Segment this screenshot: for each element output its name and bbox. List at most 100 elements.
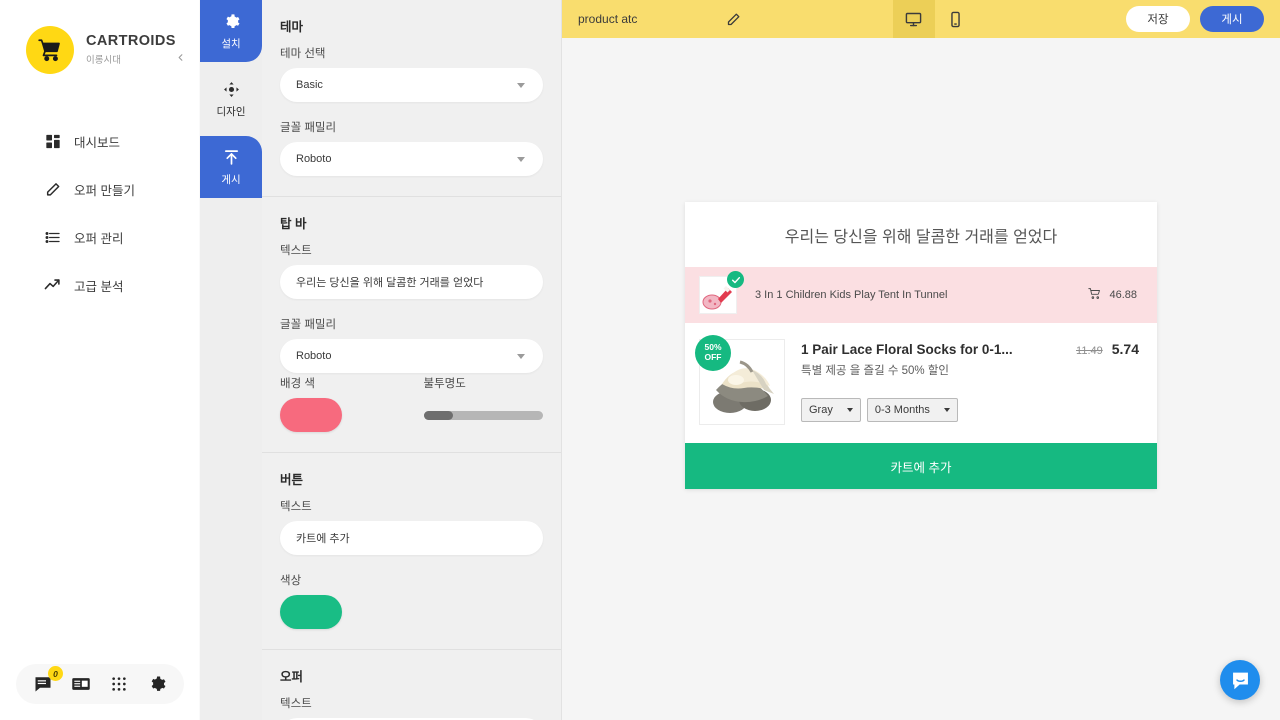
save-button[interactable]: 저장: [1126, 6, 1190, 32]
check-icon: [727, 271, 744, 288]
cart-item-price-group: 46.88: [1088, 287, 1137, 303]
offer-headline: 우리는 당신을 위해 달콤한 거래를 얻었다: [685, 202, 1157, 267]
section-button: 버튼 텍스트 색상: [262, 453, 561, 650]
intercom-chat-icon[interactable]: [1220, 660, 1260, 700]
section-title: 테마: [280, 20, 304, 34]
sidebar-item-label: 대시보드: [74, 135, 121, 150]
field-label: 텍스트: [280, 698, 312, 710]
top-bar-opacity-field: 불투명도: [423, 375, 543, 432]
pencil-icon: [44, 181, 61, 198]
opacity-slider[interactable]: [423, 398, 543, 432]
device-toggle-group: [892, 0, 977, 38]
settings-panel: 테마 테마 선택 Basic 글꼴 패밀리 Roboto 탑 바 텍스트 글꼴 …: [262, 0, 562, 720]
field-label: 색상: [280, 575, 302, 587]
offer-product-info: 1 Pair Lace Floral Socks for 0-1... 11.4…: [801, 339, 1143, 425]
offer-thumbnail-wrap: 50% OFF: [695, 335, 785, 425]
top-bar-text-input[interactable]: [280, 265, 543, 299]
offer-color-select[interactable]: Gray: [801, 398, 861, 422]
top-bar-color-opacity-row: 배경 색 불투명도: [280, 375, 543, 432]
sidebar-nav: 대시보드 오퍼 만들기 오퍼 관리 고급 분석: [0, 126, 199, 300]
shopping-cart-icon: [26, 26, 74, 74]
select-value: Roboto: [296, 153, 332, 165]
sidebar-item-label: 고급 분석: [74, 279, 124, 294]
publish-button[interactable]: 게시: [1200, 6, 1264, 32]
chevron-down-icon: [943, 408, 950, 412]
gear-icon: [223, 11, 240, 31]
tab-label: 게시: [221, 174, 241, 186]
cart-icon: [1088, 287, 1101, 303]
chat-icon[interactable]: 0: [30, 666, 63, 697]
news-icon[interactable]: [68, 671, 94, 697]
chevron-down-icon: [517, 82, 525, 88]
select-value: Gray: [809, 404, 833, 416]
sidebar-item-manage-offers[interactable]: 오퍼 관리: [0, 222, 199, 252]
field-label: 텍스트: [280, 245, 312, 257]
sidebar-item-create-offer[interactable]: 오퍼 만들기: [0, 174, 199, 204]
slider-fill: [423, 410, 454, 420]
slider-track[interactable]: [423, 410, 543, 420]
cart-item-title: 3 In 1 Children Kids Play Tent In Tunnel: [755, 289, 948, 301]
cart-item-row: 3 In 1 Children Kids Play Tent In Tunnel…: [685, 267, 1157, 323]
section-title: 오퍼: [280, 670, 304, 684]
button-color-swatch[interactable]: [280, 595, 342, 629]
field-label: 불투명도: [423, 378, 466, 390]
brand-block: CARTROIDS 이롱시대: [0, 0, 199, 74]
chevron-down-icon: [517, 156, 525, 162]
section-title: 버튼: [280, 473, 304, 487]
tab-design[interactable]: 디자인: [200, 68, 262, 130]
brand-subtitle: 이롱시대: [86, 55, 121, 67]
top-bar-font-family-select[interactable]: Roboto: [280, 339, 543, 373]
chevron-left-icon[interactable]: [171, 48, 189, 66]
app-root: CARTROIDS 이롱시대 대시보드 오퍼 만들기 오퍼 관리 고급 분석 0…: [0, 0, 1280, 720]
sidebar-item-label: 오퍼 관리: [74, 231, 124, 246]
topbar-actions: 저장 게시: [1126, 6, 1264, 32]
editor-tab-rail: 설치 디자인 게시: [200, 0, 262, 720]
offer-price-discounted: 5.74: [1111, 341, 1139, 357]
select-value: 0-3 Months: [874, 404, 930, 416]
desktop-icon[interactable]: [892, 0, 935, 38]
offer-preview-card: 우리는 당신을 위해 달콤한 거래를 얻었다 3 In 1 Children K…: [685, 202, 1157, 489]
pencil-icon[interactable]: [723, 9, 743, 29]
cart-item-price: 46.88: [1109, 289, 1137, 301]
offer-title-line: 1 Pair Lace Floral Socks for 0-1... 11.4…: [801, 341, 1143, 357]
tab-label: 디자인: [216, 106, 246, 118]
discount-badge: 50% OFF: [695, 335, 731, 371]
tab-install[interactable]: 설치: [200, 0, 262, 62]
field-label: 테마 선택: [280, 48, 326, 60]
top-bar-bg-color-field: 배경 색: [280, 375, 400, 432]
field-label: 배경 색: [280, 378, 315, 390]
dashboard-icon: [44, 133, 61, 150]
offer-size-select[interactable]: 0-3 Months: [866, 398, 958, 422]
sidebar-item-advanced-analytics[interactable]: 고급 분석: [0, 270, 199, 300]
offer-product-row: 50% OFF 1 Pair Lace Floral Socks for 0-1…: [685, 323, 1157, 443]
theme-font-family-select[interactable]: Roboto: [280, 142, 543, 176]
theme-select[interactable]: Basic: [280, 68, 543, 102]
editor-topbar: product atc 저장 게시: [562, 0, 1280, 38]
offer-product-title: 1 Pair Lace Floral Socks for 0-1...: [801, 342, 1013, 357]
chevron-down-icon: [517, 353, 525, 359]
field-label: 글꼴 패밀리: [280, 319, 337, 331]
offer-price-group: 11.49 5.74: [1076, 341, 1143, 357]
sidebar-item-dashboard[interactable]: 대시보드: [0, 126, 199, 156]
main-area: product atc 저장 게시 우리는 당신을 위해 달콤한 거래를 얻었다…: [562, 0, 1280, 720]
mobile-icon[interactable]: [935, 0, 977, 38]
trending-up-icon: [44, 277, 61, 294]
chat-unread-badge: 0: [48, 666, 63, 681]
tab-publish[interactable]: 게시: [200, 136, 262, 198]
top-bar-bg-color-swatch[interactable]: [280, 398, 342, 432]
gear-icon[interactable]: [144, 671, 170, 697]
field-label: 텍스트: [280, 501, 312, 513]
apps-grid-icon[interactable]: [106, 671, 132, 697]
discount-off-label: OFF: [704, 352, 722, 362]
preview-canvas: 우리는 당신을 위해 달콤한 거래를 얻었다 3 In 1 Children K…: [562, 38, 1280, 720]
select-value: Roboto: [296, 350, 332, 362]
add-to-cart-button[interactable]: 카트에 추가: [685, 443, 1157, 489]
sidebar-bottom-dock: 0: [16, 664, 184, 704]
publish-upload-icon: [223, 147, 240, 167]
button-text-input[interactable]: [280, 521, 543, 555]
brand-name: CARTROIDS: [86, 32, 176, 49]
field-label: 글꼴 패밀리: [280, 122, 337, 134]
tab-label: 설치: [221, 38, 241, 50]
